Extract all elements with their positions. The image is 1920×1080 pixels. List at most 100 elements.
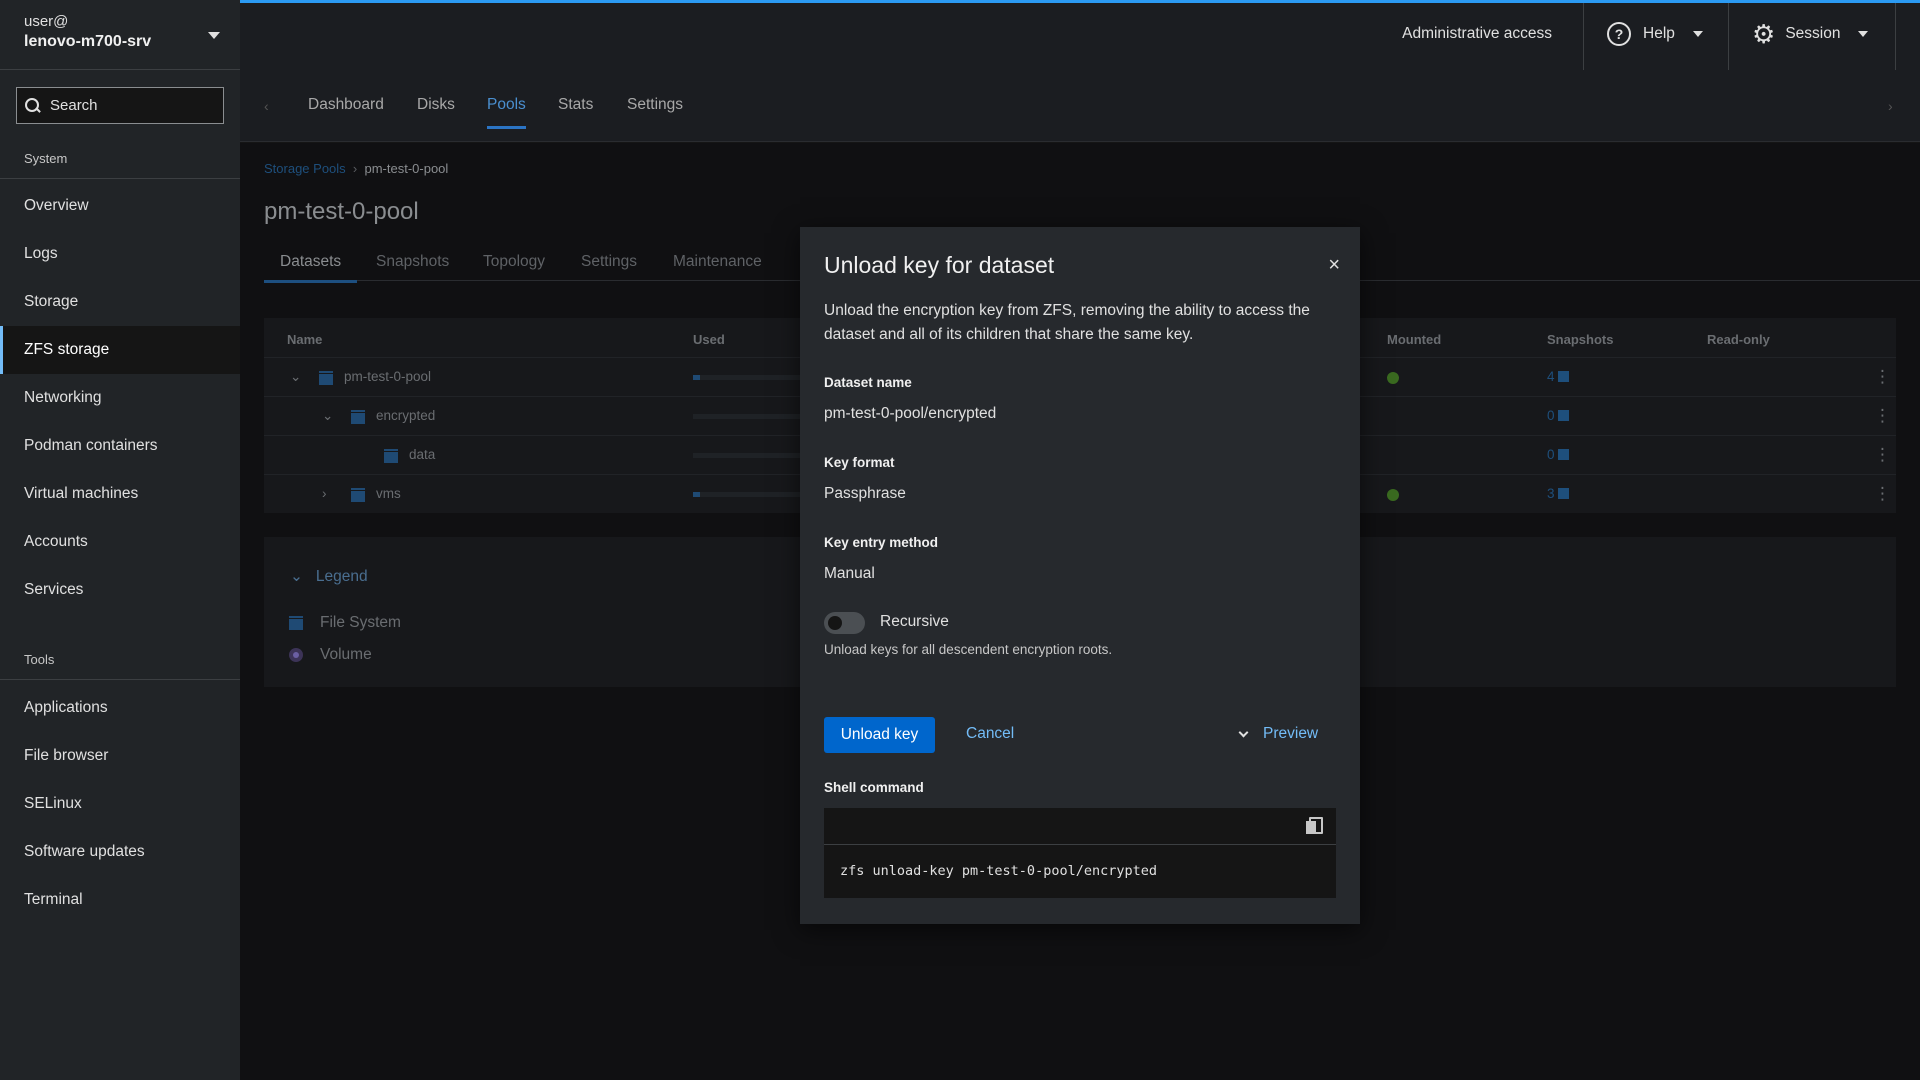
breadcrumb-current: pm-test-0-pool — [364, 161, 449, 176]
tab-maintenance[interactable]: Maintenance — [673, 253, 762, 271]
tab-stats[interactable]: Stats — [558, 96, 593, 114]
sidebar: user@ lenovo-m700-srv Search System Over… — [0, 0, 240, 1080]
recursive-toggle[interactable] — [824, 612, 865, 634]
shell-command-label: Shell command — [824, 780, 924, 795]
unload-key-button[interactable]: Unload key — [824, 717, 935, 753]
file-system-icon — [351, 410, 365, 424]
sidebar-item-accounts[interactable]: Accounts — [0, 518, 240, 566]
sidebar-item-podman-containers[interactable]: Podman containers — [0, 422, 240, 470]
external-link-icon — [1557, 488, 1569, 499]
session-label: Session — [1785, 25, 1841, 42]
dialog-title: Unload key for dataset — [824, 252, 1055, 278]
close-icon[interactable]: × — [1328, 255, 1340, 275]
collapse-icon[interactable]: ⌄ — [322, 408, 333, 424]
breadcrumb: Storage Pools › pm-test-0-pool — [264, 161, 448, 176]
dataset-name: pm-test-0-pool — [344, 369, 432, 384]
help-menu-button[interactable]: ? Help — [1607, 22, 1703, 46]
shell-command-text: zfs unload-key pm-test-0-pool/encrypted — [840, 863, 1157, 879]
file-system-icon — [289, 616, 303, 630]
sidebar-item-applications[interactable]: Applications — [0, 684, 240, 732]
expand-icon[interactable]: › — [322, 486, 327, 501]
search-label: Search — [50, 97, 98, 114]
session-menu-button[interactable]: ⚙ Session — [1752, 19, 1869, 49]
breadcrumb-separator: › — [349, 161, 361, 176]
tools-divider — [0, 679, 240, 680]
kebab-menu-icon[interactable] — [1874, 369, 1891, 385]
search-input[interactable]: Search — [16, 87, 224, 124]
sidebar-item-zfs-storage[interactable]: ZFS storage — [0, 326, 240, 374]
dialog-description: Unload the encryption key from ZFS, remo… — [824, 302, 1310, 343]
caret-down-icon — [1692, 31, 1703, 37]
preview-toggle[interactable]: Preview — [1238, 725, 1319, 743]
header-divider — [1895, 3, 1896, 70]
top-header: Administrative access ? Help ⚙ Session — [240, 0, 1920, 70]
snapshots-link[interactable]: 3 — [1547, 486, 1569, 501]
host-switcher[interactable]: user@ lenovo-m700-srv — [0, 0, 240, 70]
tools-section-label: Tools — [24, 652, 55, 667]
external-link-icon — [1557, 449, 1569, 460]
dataset-name: encrypted — [376, 408, 436, 423]
preview-label: Preview — [1263, 725, 1319, 742]
copy-icon[interactable] — [1306, 817, 1323, 834]
sidebar-item-logs[interactable]: Logs — [0, 230, 240, 278]
kebab-menu-icon[interactable] — [1874, 486, 1891, 502]
sidebar-item-services[interactable]: Services — [0, 566, 240, 614]
sidebar-item-selinux[interactable]: SELinux — [0, 780, 240, 828]
help-label: Help — [1643, 25, 1675, 42]
sidebar-item-file-browser[interactable]: File browser — [0, 732, 240, 780]
used-bar — [693, 453, 803, 458]
scroll-right-icon[interactable]: › — [1888, 98, 1893, 114]
sidebar-item-networking[interactable]: Networking — [0, 374, 240, 422]
breadcrumb-storage-pools[interactable]: Storage Pools — [264, 161, 346, 176]
kebab-menu-icon[interactable] — [1874, 447, 1891, 463]
legend-toggle[interactable]: ⌄ Legend — [290, 567, 368, 586]
cancel-button[interactable]: Cancel — [966, 725, 1014, 743]
gear-icon: ⚙ — [1752, 19, 1776, 49]
header-divider — [1728, 3, 1729, 70]
caret-down-icon — [1858, 31, 1869, 37]
system-divider — [0, 178, 240, 179]
column-header-read-only: Read-only — [1707, 332, 1770, 347]
scroll-left-icon[interactable]: ‹ — [264, 98, 269, 114]
snapshots-link[interactable]: 0 — [1547, 408, 1569, 423]
host-user: user@ — [24, 13, 69, 30]
recursive-help-text: Unload keys for all descendent encryptio… — [824, 642, 1113, 657]
search-icon — [25, 97, 41, 114]
tab-datasets[interactable]: Datasets — [263, 253, 358, 283]
external-link-icon — [1557, 410, 1569, 421]
tab-snapshots[interactable]: Snapshots — [376, 253, 449, 271]
tab-pool-settings[interactable]: Settings — [581, 253, 637, 271]
key-format-value: Passphrase — [824, 485, 906, 502]
tab-settings[interactable]: Settings — [627, 96, 683, 114]
shell-command-block: zfs unload-key pm-test-0-pool/encrypted — [824, 808, 1336, 898]
key-entry-value: Manual — [824, 565, 875, 582]
snapshots-link[interactable]: 0 — [1547, 447, 1569, 462]
tab-disks[interactable]: Disks — [417, 96, 455, 114]
legend-file-system: File System — [320, 614, 401, 631]
tab-topology[interactable]: Topology — [483, 253, 545, 271]
dataset-name-label: Dataset name — [824, 375, 912, 390]
collapse-icon[interactable]: ⌄ — [290, 369, 301, 385]
system-nav: Overview Logs Storage ZFS storage Networ… — [0, 182, 240, 614]
file-system-icon — [351, 488, 365, 502]
dataset-name-value: pm-test-0-pool/encrypted — [824, 405, 997, 422]
sidebar-item-virtual-machines[interactable]: Virtual machines — [0, 470, 240, 518]
snapshots-link[interactable]: 4 — [1547, 369, 1569, 384]
column-header-used: Used — [693, 332, 725, 347]
page-title: pm-test-0-pool — [264, 198, 419, 225]
tab-dashboard[interactable]: Dashboard — [308, 96, 384, 114]
tab-pools[interactable]: Pools — [487, 96, 526, 129]
sidebar-item-storage[interactable]: Storage — [0, 278, 240, 326]
host-name: lenovo-m700-srv — [24, 33, 152, 50]
sidebar-item-overview[interactable]: Overview — [0, 182, 240, 230]
main-tabs: ‹ Dashboard Disks Pools Stats Settings › — [240, 70, 1920, 142]
sidebar-item-terminal[interactable]: Terminal — [0, 876, 240, 924]
sidebar-item-software-updates[interactable]: Software updates — [0, 828, 240, 876]
header-divider — [1583, 3, 1584, 70]
administrative-access-button[interactable]: Administrative access — [1402, 25, 1552, 43]
kebab-menu-icon[interactable] — [1874, 408, 1891, 424]
unload-key-dialog: Unload key for dataset × Unload the encr… — [800, 227, 1360, 924]
column-header-mounted: Mounted — [1387, 332, 1442, 347]
accent-stripe — [240, 0, 1920, 3]
column-header-name: Name — [287, 332, 323, 347]
